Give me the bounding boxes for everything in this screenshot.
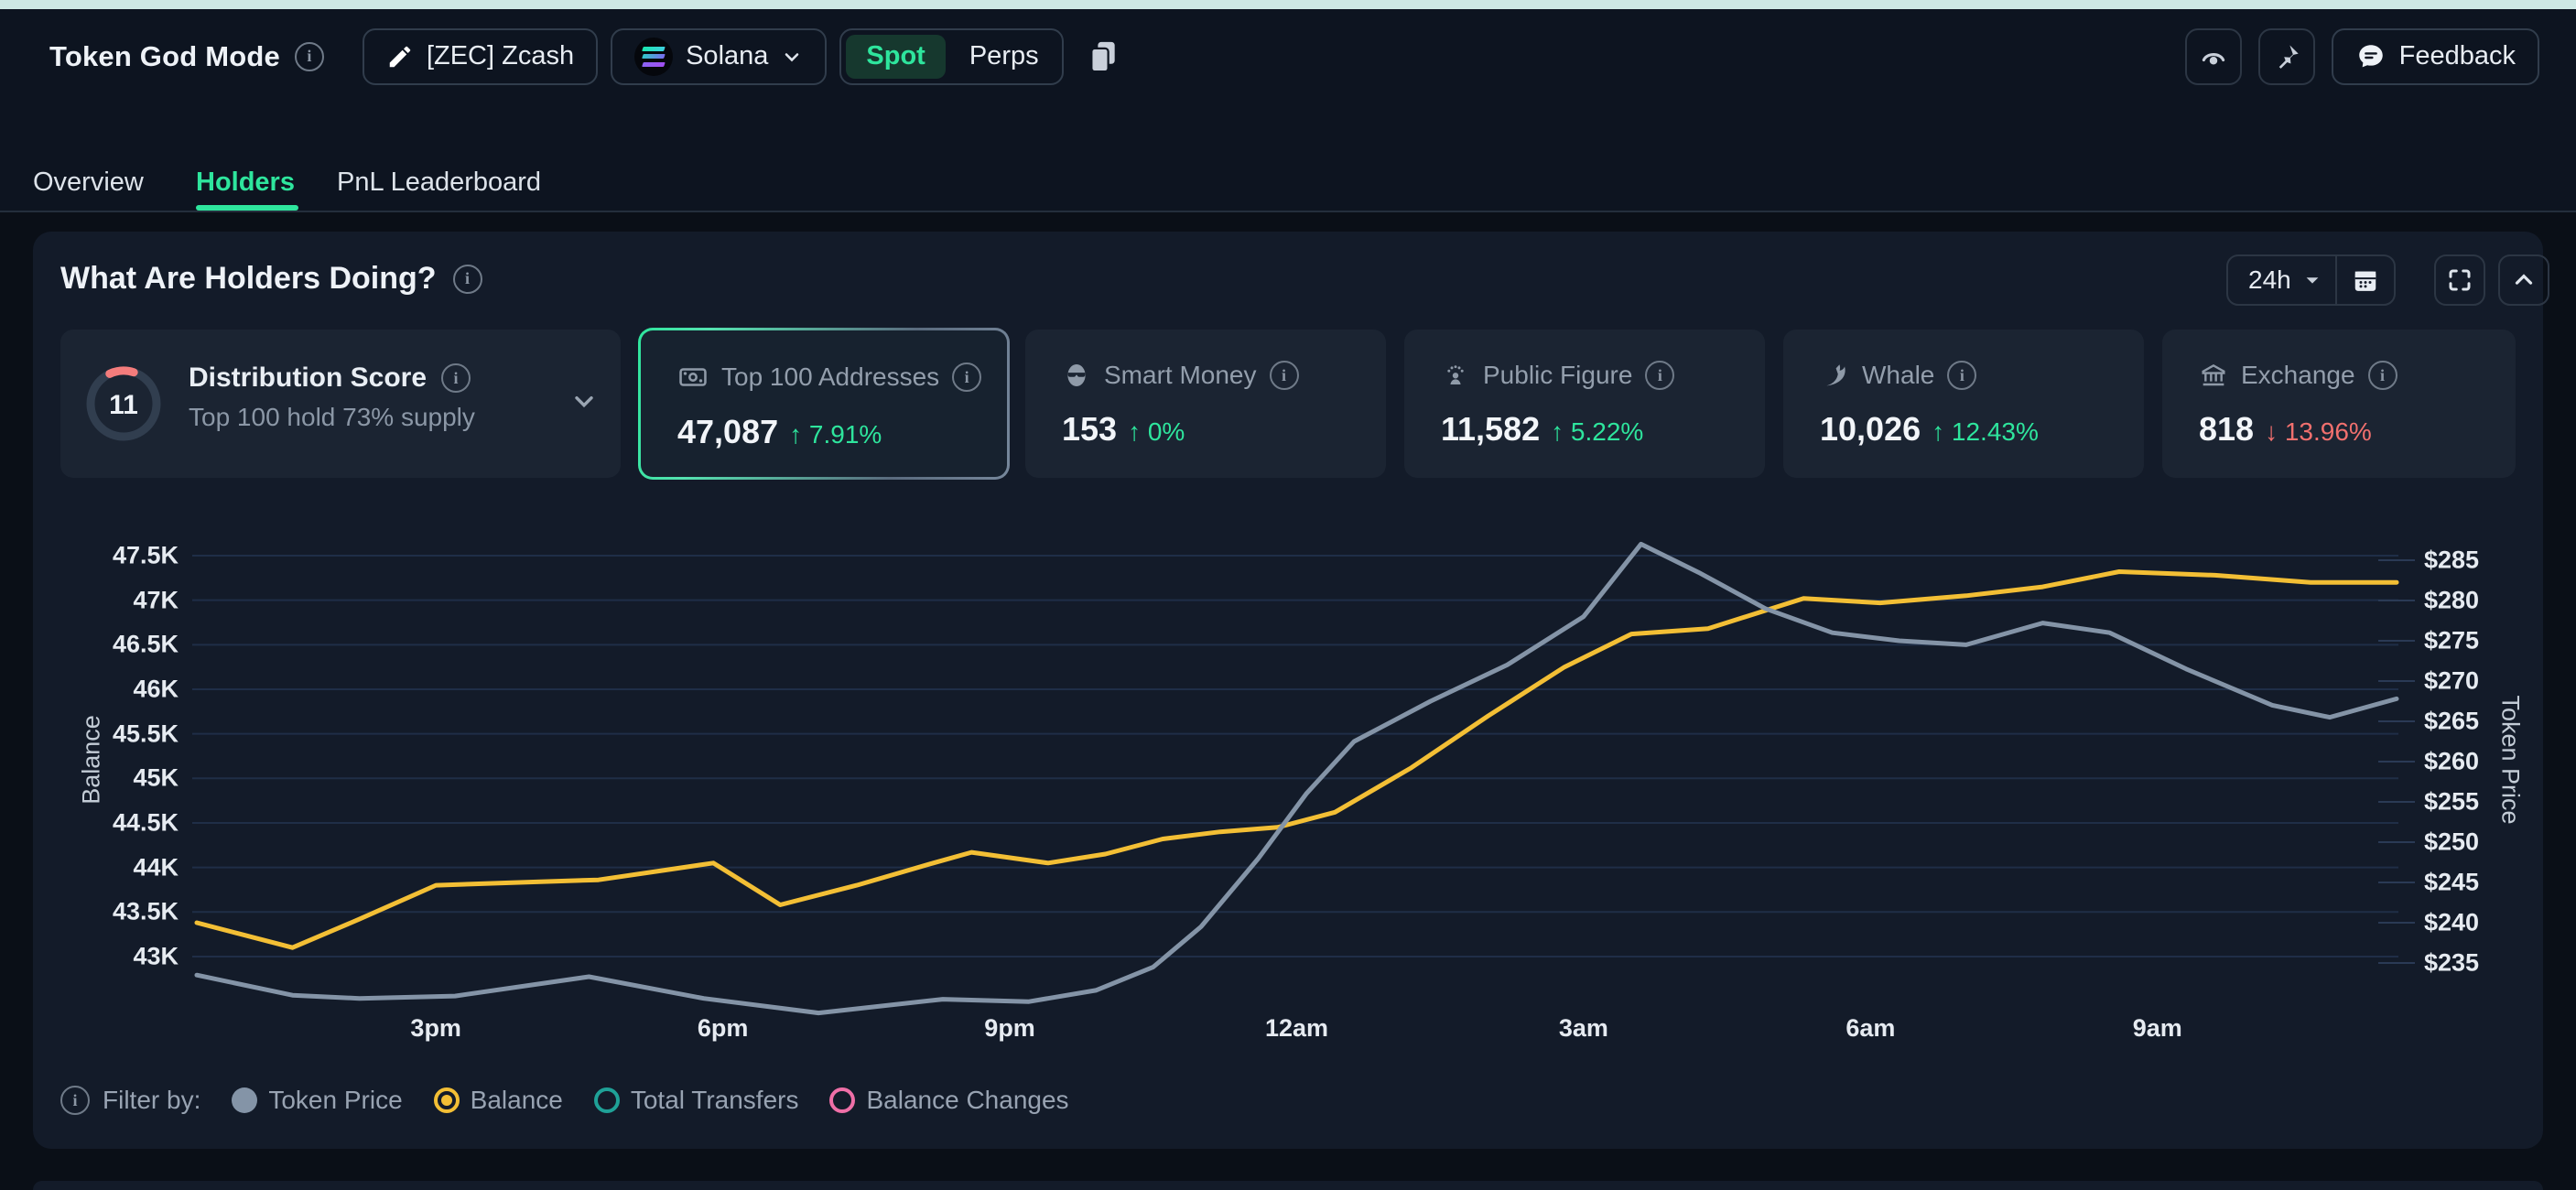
x-axis-tick-label: 9am <box>2133 1014 2182 1043</box>
balance-radio-icon <box>434 1087 460 1113</box>
total-transfers-ring-icon <box>594 1087 620 1113</box>
y-axis-tick-label: 46.5K <box>41 631 179 659</box>
legend-label: Filter by: <box>103 1086 200 1115</box>
y-axis-tick-label: 45.5K <box>41 719 179 748</box>
y-axis-tick-label: 43.5K <box>41 898 179 926</box>
right-axis-tick-label: $285 <box>2424 546 2479 575</box>
holders-line-chart[interactable] <box>0 0 2576 1190</box>
x-axis-tick-label: 6pm <box>698 1014 749 1043</box>
right-axis-tick-label: $255 <box>2424 788 2479 817</box>
x-axis-tick-label: 9pm <box>984 1014 1035 1043</box>
token-god-mode-page: Token God Mode i [ZEC] Zcash Solana Spot… <box>0 0 2576 1190</box>
right-axis-tick-label: $260 <box>2424 748 2479 776</box>
right-axis-tick-label: $265 <box>2424 708 2479 736</box>
y-axis-tick-label: 44.5K <box>41 808 179 837</box>
y-axis-tick-label: 47.5K <box>41 542 179 570</box>
token-price-marker-icon <box>232 1087 257 1113</box>
legend-item-total-transfers[interactable]: Total Transfers <box>594 1086 799 1115</box>
right-axis-tick-label: $280 <box>2424 587 2479 615</box>
x-axis-tick-label: 3am <box>1559 1014 1608 1043</box>
right-axis-title: Token Price <box>2496 695 2525 824</box>
y-axis-tick-label: 44K <box>41 853 179 882</box>
y-axis-tick-label: 47K <box>41 586 179 614</box>
right-axis-tick-label: $250 <box>2424 828 2479 857</box>
x-axis-tick-label: 6am <box>1845 1014 1895 1043</box>
right-axis-tick-label: $240 <box>2424 909 2479 937</box>
y-axis-tick-label: 43K <box>41 942 179 970</box>
x-axis-tick-label: 12am <box>1265 1014 1328 1043</box>
legend-item-balance[interactable]: Balance <box>434 1086 563 1115</box>
x-axis-tick-label: 3pm <box>410 1014 461 1043</box>
next-section-card-top <box>33 1181 2543 1190</box>
y-axis-tick-label: 46K <box>41 675 179 703</box>
right-axis-tick-label: $245 <box>2424 869 2479 897</box>
right-axis-tick-label: $270 <box>2424 667 2479 696</box>
legend-item-token-price[interactable]: Token Price <box>232 1086 402 1115</box>
legend-item-balance-changes[interactable]: Balance Changes <box>829 1086 1068 1115</box>
chart-filter-legend: i Filter by: Token Price Balance Total T… <box>60 1086 1069 1115</box>
legend-info-icon: i <box>60 1086 90 1115</box>
left-axis-title: Balance <box>78 715 106 805</box>
right-axis-tick-label: $275 <box>2424 627 2479 655</box>
y-axis-tick-label: 45K <box>41 764 179 793</box>
right-axis-tick-label: $235 <box>2424 949 2479 978</box>
balance-changes-ring-icon <box>829 1087 855 1113</box>
